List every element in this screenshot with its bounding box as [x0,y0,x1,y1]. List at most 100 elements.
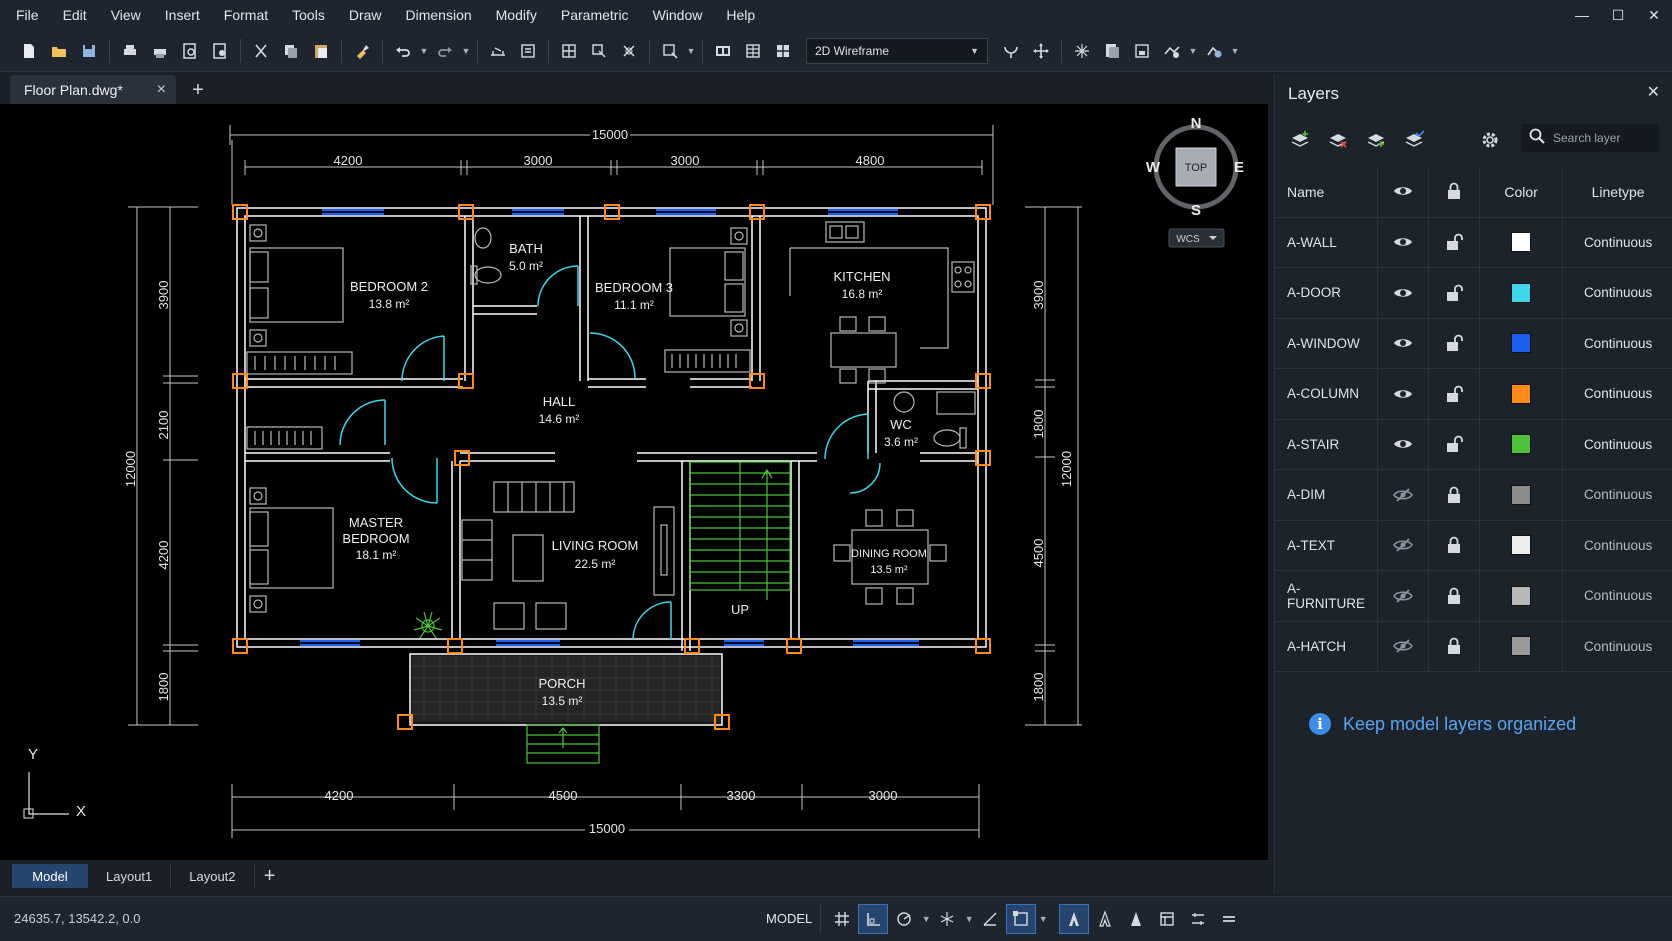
model-space-toggle[interactable]: MODEL [758,904,822,934]
snap-mode-icon[interactable] [858,904,889,934]
tab-model[interactable]: Model [12,864,88,888]
eye-off-icon[interactable] [1377,570,1429,622]
eye-icon[interactable] [1377,419,1429,470]
layer-linetype[interactable]: Continuous [1562,520,1672,571]
polar-tracking-icon[interactable] [889,904,919,934]
column-header-color[interactable]: Color [1479,168,1564,218]
lock-icon[interactable] [1428,469,1481,521]
menu-draw[interactable]: Draw [337,0,394,30]
eye-icon[interactable] [1377,217,1429,268]
preview-icon[interactable] [175,36,205,66]
layer-row[interactable]: A-DIM Continuous [1275,469,1672,521]
column-header-name[interactable]: Name [1275,168,1378,218]
viewcube[interactable]: TOP N S E W WCS [1146,115,1244,248]
menu-format[interactable]: Format [212,0,280,30]
layer-color-cell[interactable] [1479,318,1564,369]
column-header-lock[interactable] [1428,168,1481,218]
search-input[interactable] [1553,131,1653,145]
menu-edit[interactable]: Edit [51,0,99,30]
unlock-icon[interactable] [1428,217,1481,268]
close-icon[interactable]: ✕ [1647,82,1660,102]
compass-south[interactable]: S [1191,202,1201,219]
polar-dropdown-icon[interactable]: ▼ [920,914,932,924]
close-button[interactable]: ✕ [1636,0,1672,30]
layer-name[interactable]: A-FURNITURE [1275,570,1378,622]
layer-color-cell[interactable] [1479,570,1564,622]
layer-color-cell[interactable] [1479,217,1564,268]
match-properties-icon[interactable] [347,36,377,66]
column-header-linetype[interactable]: Linetype [1562,168,1672,218]
object-snap-tracking-icon[interactable] [975,904,1005,934]
layer-linetype[interactable]: Continuous [1562,570,1672,622]
eye-icon[interactable] [1377,267,1429,319]
properties-icon[interactable] [513,36,543,66]
plot-icon[interactable] [145,36,175,66]
eye-off-icon[interactable] [1377,520,1429,571]
insert-icon[interactable] [584,36,614,66]
eye-off-icon[interactable] [1377,621,1429,672]
drawing-canvas[interactable]: 15000 4200 3000 3000 4800 4200 4500 3300… [0,104,1268,860]
layer-name[interactable]: A-COLUMN [1275,368,1378,420]
layer-name[interactable]: A-WALL [1275,217,1378,268]
set-current-layer-icon[interactable] [1399,125,1429,155]
isodraft-dropdown-icon[interactable]: ▼ [963,914,975,924]
layer-freeze-icon[interactable] [1361,125,1391,155]
menu-parametric[interactable]: Parametric [549,0,641,30]
minimize-button[interactable]: — [1564,0,1600,30]
unlock-icon[interactable] [1428,318,1481,369]
isodraft-icon[interactable] [932,904,962,934]
new-tab-button[interactable]: + [186,78,210,102]
layer-row[interactable]: A-WINDOW Continuous [1275,318,1672,369]
zoom-dropdown-icon[interactable]: ▼ [685,36,697,66]
layer-row[interactable]: A-DOOR Continuous [1275,267,1672,319]
new-icon[interactable] [14,36,44,66]
menu-icon[interactable] [1214,904,1244,934]
auto-scale-icon[interactable] [1121,904,1151,934]
delete-layer-icon[interactable] [1323,125,1353,155]
settings-dropdown-icon[interactable]: ▼ [1229,36,1241,66]
document-tab[interactable]: Floor Plan.dwg* × [10,75,176,104]
visibility-dropdown-icon[interactable]: ▼ [1187,36,1199,66]
hatch-icon[interactable] [768,36,798,66]
layer-linetype[interactable]: Continuous [1562,267,1672,319]
layer-color-cell[interactable] [1479,267,1564,319]
menu-tools[interactable]: Tools [280,0,337,30]
attach-icon[interactable] [614,36,644,66]
grid-icon[interactable] [827,904,857,934]
lock-icon[interactable] [1428,520,1481,571]
annotation-scale-icon[interactable] [1059,904,1090,934]
menu-file[interactable]: File [0,0,51,30]
redo-icon[interactable] [430,36,460,66]
layer-name[interactable]: A-DOOR [1275,267,1378,319]
compass-east[interactable]: E [1234,159,1244,176]
table-icon[interactable] [738,36,768,66]
menu-help[interactable]: Help [714,0,767,30]
layer-name[interactable]: A-HATCH [1275,621,1378,672]
save-icon[interactable] [74,36,104,66]
layer-linetype[interactable]: Continuous [1562,469,1672,521]
layer-color-cell[interactable] [1479,419,1564,470]
layer-color-cell[interactable] [1479,368,1564,420]
layer-row[interactable]: A-STAIR Continuous [1275,419,1672,470]
layer-name[interactable]: A-TEXT [1275,520,1378,571]
layer-color-cell[interactable] [1479,621,1564,672]
object-snap-dropdown-icon[interactable]: ▼ [1037,914,1049,924]
redo-dropdown-icon[interactable]: ▼ [460,36,472,66]
annotation-visibility-icon[interactable] [1090,904,1120,934]
layer-linetype[interactable]: Continuous [1562,621,1672,672]
add-layout-button[interactable]: + [255,865,285,888]
eye-off-icon[interactable] [1377,469,1429,521]
menu-window[interactable]: Window [641,0,715,30]
undo-dropdown-icon[interactable]: ▼ [418,36,430,66]
close-icon[interactable]: × [157,81,166,99]
eye-icon[interactable] [1377,368,1429,420]
customize-status-icon[interactable] [1183,904,1213,934]
menu-insert[interactable]: Insert [153,0,212,30]
unlock-icon[interactable] [1428,419,1481,470]
layout-icon[interactable] [708,36,738,66]
zoom-icon[interactable] [655,36,685,66]
paste-icon[interactable] [306,36,336,66]
layer-linetype[interactable]: Continuous [1562,368,1672,420]
measure-icon[interactable] [483,36,513,66]
visibility-icon[interactable] [1157,36,1187,66]
